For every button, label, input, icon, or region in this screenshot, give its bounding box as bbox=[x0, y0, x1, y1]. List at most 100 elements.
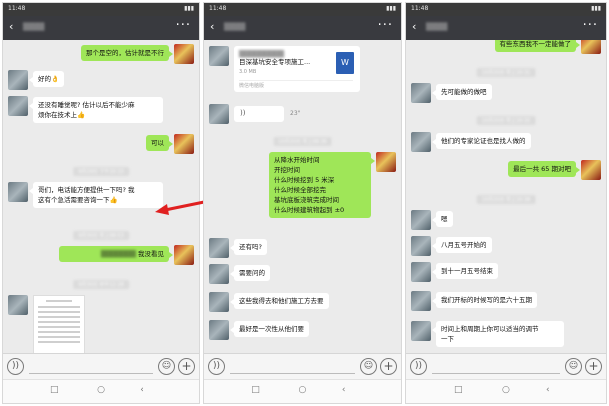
message-line: 开挖时间 bbox=[274, 166, 300, 174]
voice-wave-icon: )) bbox=[240, 109, 246, 117]
file-message[interactable]: ▒▒▒▒▒▒▒▒▒ 目深基坑安全专项施工... 3.0 MB 微信电脑版 W bbox=[234, 46, 360, 92]
message-line: 什么时候全部挖完 bbox=[274, 186, 326, 194]
message-bubble[interactable]: 那个是空的，估计就是不行 bbox=[81, 45, 173, 61]
contact-name-redacted: ▒▒▒▒ bbox=[426, 23, 448, 31]
avatar bbox=[209, 238, 229, 258]
message-bubble[interactable]: 到十一月五号结束 bbox=[432, 263, 498, 279]
avatar bbox=[581, 160, 601, 180]
message-bubble[interactable]: 还没有睡觉呢? 估计以后不能少麻 烦你在技术上👍 bbox=[29, 97, 163, 123]
battery-icon: ▮▮▮ bbox=[386, 5, 396, 12]
nav-home-icon[interactable]: ○ bbox=[299, 385, 307, 395]
message-bubble[interactable]: 最好是一次性从他们要 bbox=[230, 321, 309, 337]
voice-input-icon[interactable]: )) bbox=[410, 358, 427, 375]
avatar bbox=[209, 104, 229, 124]
message-input[interactable] bbox=[230, 360, 355, 374]
message-bubble[interactable]: 好的👌 bbox=[28, 71, 65, 87]
avatar bbox=[209, 292, 229, 312]
more-icon[interactable]: ··· bbox=[176, 18, 191, 33]
back-icon[interactable]: ‹ bbox=[9, 21, 13, 33]
nav-home-icon[interactable]: ○ bbox=[502, 385, 510, 395]
plus-icon[interactable]: + bbox=[585, 358, 602, 375]
message-bubble[interactable]: 这些我得去和他们施工方去要 bbox=[230, 293, 329, 309]
more-icon[interactable]: ··· bbox=[583, 18, 598, 33]
message-line: 什么时候建筑物起到 ±0 bbox=[274, 206, 345, 214]
nav-back-icon[interactable]: ‹ bbox=[342, 385, 346, 395]
avatar bbox=[8, 182, 28, 202]
emoji-icon[interactable]: ☺ bbox=[360, 358, 377, 375]
voice-input-icon[interactable]: )) bbox=[7, 358, 24, 375]
avatar bbox=[411, 291, 431, 311]
avatar bbox=[174, 44, 194, 64]
avatar bbox=[581, 40, 601, 54]
avatar bbox=[8, 70, 28, 90]
avatar bbox=[174, 245, 194, 265]
avatar bbox=[8, 295, 28, 315]
avatar bbox=[411, 210, 431, 230]
message-bubble[interactable]: 嗯 bbox=[432, 211, 453, 227]
avatar bbox=[411, 83, 431, 103]
message-line: 还没有睡觉呢? 估计以后不能少麻 bbox=[38, 101, 135, 109]
chat-screen-2: 11:48 ▮▮▮ ‹ ▒▒▒▒ ··· ▒▒▒▒▒▒▒▒▒ 目深基坑安全专项施… bbox=[203, 2, 402, 404]
voice-input-icon[interactable]: )) bbox=[208, 358, 225, 375]
status-time: 11:48 bbox=[209, 5, 227, 12]
plus-icon[interactable]: + bbox=[178, 358, 195, 375]
message-list: ▒▒▒▒▒▒▒▒▒ 目深基坑安全专项施工... 3.0 MB 微信电脑版 W )… bbox=[204, 40, 401, 353]
message-bubble[interactable]: 需要问的 bbox=[230, 265, 270, 281]
system-nav-bar: □ ○ ‹ bbox=[3, 379, 199, 403]
timestamp: 10月20日 早上10:32 bbox=[476, 116, 536, 125]
input-bar: )) ☺ + bbox=[204, 353, 401, 379]
message-bubble[interactable]: 还有吗? bbox=[230, 239, 267, 255]
message-input[interactable] bbox=[432, 360, 560, 374]
message-bubble[interactable]: 八月五号开始的 bbox=[432, 237, 492, 253]
message-bubble[interactable]: 从降水开始时间 开挖时间 什么时候挖到 5 米深 什么时候全部挖完 基坑底板浇筑… bbox=[269, 152, 375, 218]
message-bubble[interactable]: 先可能做的做吧 bbox=[432, 84, 492, 100]
message-list: 有些东西我不一定能做了 10月20日 早上10:31 先可能做的做吧 10月20… bbox=[406, 40, 606, 353]
status-time: 11:48 bbox=[411, 5, 429, 12]
message-line: 这有个急活需要咨询一下👍 bbox=[38, 196, 118, 204]
redacted-text: ▒▒▒▒▒▒▒▒▒ bbox=[239, 50, 284, 58]
message-bubble[interactable]: 哥们，电话能方便提供一下吗? 我 这有个急活需要咨询一下👍 bbox=[29, 182, 163, 208]
message-bubble[interactable]: 我们开标的时候写的是六十五期 bbox=[432, 292, 537, 308]
message-bubble[interactable]: 他们的专家论证也是找人做的 bbox=[432, 133, 531, 149]
message-input[interactable] bbox=[29, 360, 153, 374]
message-bubble[interactable]: 可以 bbox=[146, 135, 173, 151]
avatar bbox=[209, 264, 229, 284]
message-bubble[interactable]: 最后一共 65 期对吧 bbox=[508, 161, 580, 177]
avatar bbox=[411, 321, 431, 341]
timestamp: 9月30日 中午12:28 bbox=[73, 280, 129, 289]
message-line: 一下 bbox=[441, 335, 454, 343]
voice-duration: 23" bbox=[290, 110, 301, 117]
nav-back-icon[interactable]: ‹ bbox=[140, 385, 144, 395]
emoji-icon[interactable]: ☺ bbox=[565, 358, 582, 375]
plus-icon[interactable]: + bbox=[380, 358, 397, 375]
avatar bbox=[411, 262, 431, 282]
contact-name-redacted: ▒▒▒▒ bbox=[224, 23, 246, 31]
nav-recent-icon[interactable]: □ bbox=[251, 385, 260, 395]
nav-home-icon[interactable]: ○ bbox=[97, 385, 105, 395]
message-line: 什么时候挖到 5 米深 bbox=[274, 176, 335, 184]
timestamp: 9月30日 早上08:53 bbox=[73, 231, 129, 240]
message-bubble[interactable]: 时间上和周期上你可以适当的调节 一下 bbox=[432, 321, 564, 347]
back-icon[interactable]: ‹ bbox=[210, 21, 214, 33]
more-icon[interactable]: ··· bbox=[378, 18, 393, 33]
nav-back-icon[interactable]: ‹ bbox=[546, 385, 550, 395]
message-line: 时间上和周期上你可以适当的调节 bbox=[441, 325, 539, 333]
avatar bbox=[174, 134, 194, 154]
document-image-thumbnail[interactable] bbox=[33, 295, 85, 353]
system-nav-bar: □ ○ ‹ bbox=[204, 379, 401, 403]
contact-name-redacted: ▒▒▒▒ bbox=[23, 23, 45, 31]
emoji-icon[interactable]: ☺ bbox=[158, 358, 175, 375]
timestamp: 9月29日 下午10:33 bbox=[73, 167, 129, 176]
avatar bbox=[411, 132, 431, 152]
message-bubble[interactable]: ▒▒▒▒▒▒▒ 我没看见 bbox=[59, 246, 173, 262]
message-line: 烦你在技术上👍 bbox=[38, 111, 86, 119]
nav-recent-icon[interactable]: □ bbox=[50, 385, 59, 395]
message-bubble[interactable]: 有些东西我不一定能做了 bbox=[494, 40, 580, 52]
redacted-text: ▒▒▒▒▒▒▒ bbox=[100, 250, 136, 258]
voice-message[interactable]: )) bbox=[234, 106, 284, 122]
input-bar: )) ☺ + bbox=[406, 353, 606, 379]
status-bar: 11:48 ▮▮▮ bbox=[204, 3, 401, 16]
nav-recent-icon[interactable]: □ bbox=[454, 385, 463, 395]
timestamp: 10月20日 早上08:36 bbox=[273, 137, 332, 146]
back-icon[interactable]: ‹ bbox=[412, 21, 416, 33]
